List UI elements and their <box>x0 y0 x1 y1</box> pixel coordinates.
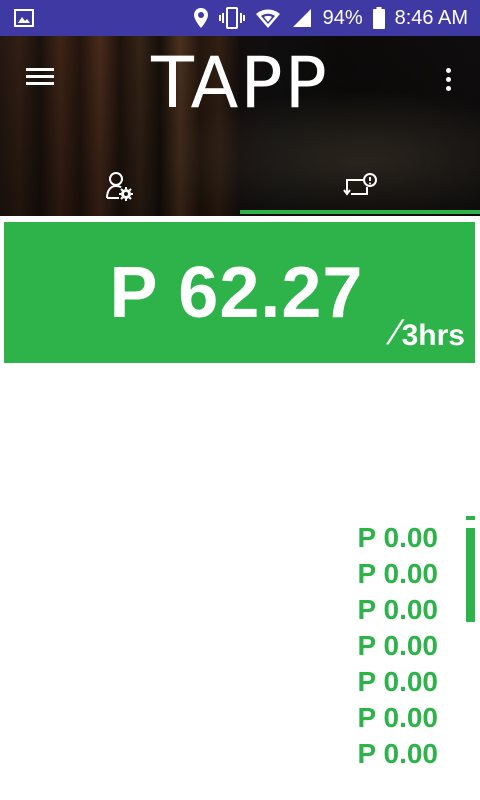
status-left <box>14 8 34 28</box>
battery-percent: 94% <box>322 7 363 29</box>
vibrate-icon <box>218 7 245 29</box>
tab-bar <box>0 156 480 216</box>
list-item[interactable]: P 0.00 <box>358 628 438 664</box>
rate-period-unit: 3hrs <box>401 319 465 352</box>
rate-banner: P 62.27 / 3hrs <box>4 222 475 363</box>
list-item[interactable]: P 0.00 <box>358 592 438 628</box>
user-settings-icon <box>105 170 135 202</box>
hamburger-menu-icon[interactable] <box>26 64 58 92</box>
image-notification-icon <box>14 8 34 28</box>
status-right: 94% 8:46 AM <box>193 7 468 29</box>
list-item[interactable]: P 0.00 <box>358 700 438 736</box>
app-title: TAPP <box>151 42 329 124</box>
status-bar: 94% 8:46 AM <box>0 0 480 36</box>
rate-period: / 3hrs <box>383 314 465 353</box>
history-list: P 0.00 P 0.00 P 0.00 P 0.00 P 0.00 P 0.0… <box>358 520 438 772</box>
tab-account-settings[interactable] <box>0 156 240 216</box>
tab-history[interactable] <box>240 156 480 216</box>
list-item[interactable]: P 0.00 <box>358 556 438 592</box>
battery-icon <box>372 7 385 29</box>
overflow-menu-icon[interactable] <box>440 64 456 92</box>
list-item[interactable]: P 0.00 <box>358 520 438 556</box>
list-item[interactable]: P 0.00 <box>358 664 438 700</box>
scrollbar-thumb[interactable] <box>466 528 475 622</box>
history-scrollbar[interactable] <box>466 516 475 622</box>
scrollbar-cap <box>466 516 475 520</box>
history-icon <box>343 173 377 199</box>
signal-icon <box>291 7 313 29</box>
status-time: 8:46 AM <box>394 7 468 29</box>
wifi-icon <box>255 7 281 29</box>
list-item[interactable]: P 0.00 <box>358 736 438 772</box>
app-header: TAPP <box>0 36 480 216</box>
location-icon <box>193 7 209 29</box>
